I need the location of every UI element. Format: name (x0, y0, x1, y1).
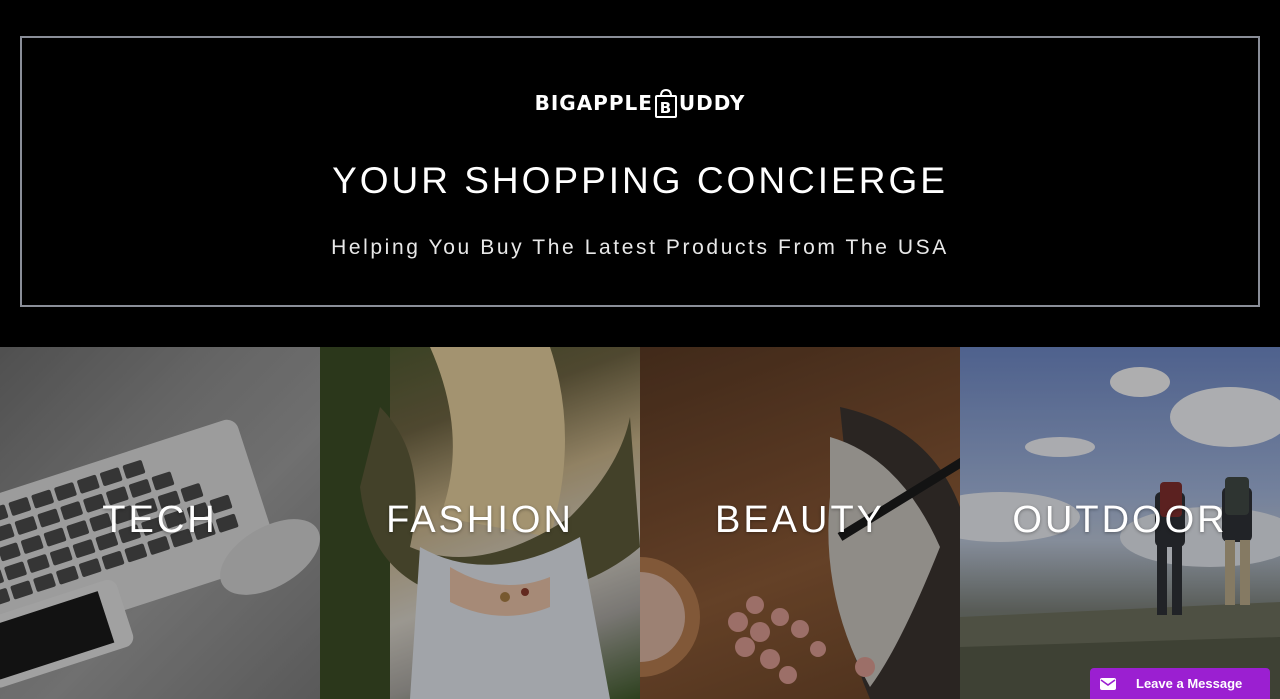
category-label-outdoor: OUTDOOR (1012, 499, 1228, 541)
hero-banner: BIGAPPLE B UDDY YOUR SHOPPING CONCIERGE … (20, 36, 1260, 307)
leave-message-label: Leave a Message (1136, 676, 1243, 691)
logo-text-right: UDDY (678, 91, 746, 115)
page-subtitle: Helping You Buy The Latest Products From… (331, 236, 949, 259)
leave-message-button[interactable]: Leave a Message (1090, 668, 1270, 699)
category-label-beauty: BEAUTY (714, 499, 886, 541)
shopping-bag-icon: B (654, 88, 678, 118)
category-tile-beauty[interactable]: BEAUTY (640, 347, 960, 699)
category-label-tech: TECH (102, 499, 218, 541)
logo-text-left: BIGAPPLE (534, 91, 653, 115)
category-tile-tech[interactable]: TECH (0, 347, 320, 699)
site-logo[interactable]: BIGAPPLE B UDDY (22, 88, 1258, 118)
page-title: YOUR SHOPPING CONCIERGE (332, 160, 948, 201)
category-tiles: TECH FASHION BEAUTY OUTDOOR (0, 347, 1280, 699)
category-tile-outdoor[interactable]: OUTDOOR (960, 347, 1280, 699)
category-label-fashion: FASHION (386, 499, 574, 541)
envelope-icon (1100, 677, 1116, 690)
svg-text:B: B (660, 99, 672, 117)
category-tile-fashion[interactable]: FASHION (320, 347, 640, 699)
